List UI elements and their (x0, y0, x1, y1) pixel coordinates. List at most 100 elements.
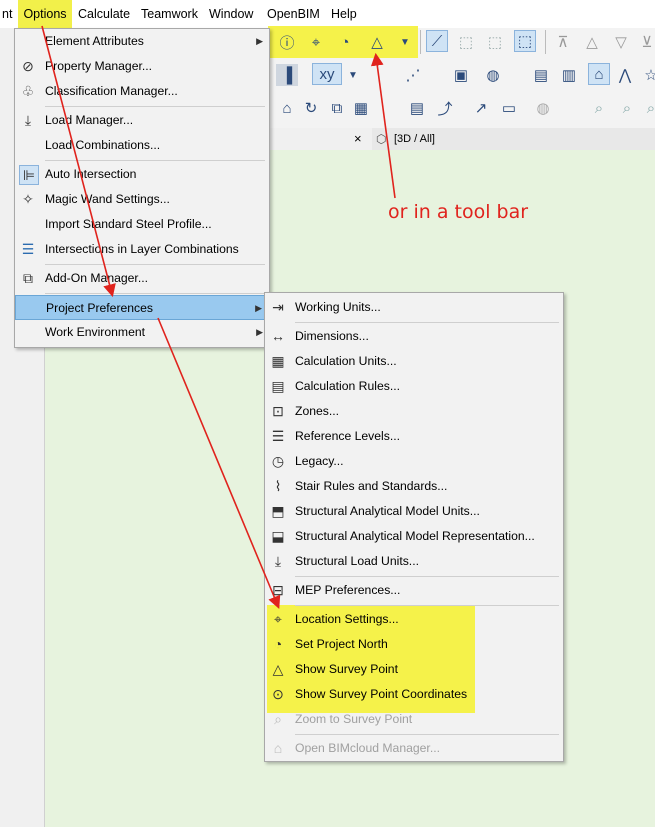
zoom-icon: ⌕ (274, 710, 282, 727)
menu-item-load-manager[interactable]: ⤓ Load Manager... (15, 108, 269, 133)
document-icon[interactable]: ▤ (406, 97, 428, 119)
close-tab-icon[interactable]: × (354, 131, 362, 146)
dimension-icon: ↔ (271, 327, 285, 344)
menu-item-import-steel-profile[interactable]: Import Standard Steel Profile... (15, 212, 269, 237)
tree-icon: ♧ (21, 82, 35, 99)
triangle-up-icon[interactable]: △ (581, 31, 603, 53)
bank-icon[interactable]: ⌂ (276, 97, 298, 119)
menu-item-auto-intersection[interactable]: ⊫ Auto Intersection (15, 162, 269, 187)
snap-icon[interactable]: ⟋ (426, 30, 448, 52)
annotation-text: or in a tool bar (388, 201, 529, 223)
wand-icon: ✧ (22, 190, 34, 207)
table-icon[interactable]: ▦ (350, 97, 372, 119)
submenu-open-bimcloud: ⌂ Open BIMcloud Manager... (265, 736, 563, 761)
find-icon[interactable]: ⌕ (588, 97, 610, 119)
legacy-icon: ◷ (271, 452, 285, 469)
tab-3d-all[interactable]: ⬡ [3D / All] (372, 128, 655, 150)
struct-load-icon: ⤓ (274, 552, 282, 569)
menu-openbim[interactable]: OpenBIM (265, 0, 322, 28)
menu-item-work-environment[interactable]: Work Environment ▶ (15, 320, 269, 345)
menu-item-element-attributes[interactable]: Element Attributes ▶ (15, 29, 269, 54)
menu-item-project-preferences[interactable]: Project Preferences ▶ (15, 295, 269, 320)
menu-teamwork[interactable]: Teamwork (139, 0, 200, 28)
submenu-show-survey-point[interactable]: △ Show Survey Point (265, 657, 475, 682)
survey-point-icon: △ (272, 660, 284, 677)
menu-item-magic-wand[interactable]: ✧ Magic Wand Settings... (15, 187, 269, 212)
find-icon[interactable]: ⌕ (616, 97, 638, 119)
layer-icon[interactable]: ⧉ (326, 97, 348, 119)
refresh-icon[interactable]: ↻ (300, 97, 322, 119)
submenu-calculation-rules[interactable]: ▤ Calculation Rules... (265, 374, 563, 399)
web-icon[interactable]: ◍ (532, 97, 554, 119)
menu-window[interactable]: Window (207, 0, 255, 28)
pointer-icon[interactable]: ⤴ (434, 97, 456, 119)
menu-item-property-manager[interactable]: ⊘ Property Manager... (15, 54, 269, 79)
calc-rules-icon: ▤ (271, 377, 285, 394)
find-icon[interactable]: ⌕ (640, 97, 655, 119)
triangle-down-icon[interactable]: ▽ (610, 31, 632, 53)
menu-help[interactable]: Help (329, 0, 359, 28)
up-icon[interactable]: ⊼ (552, 31, 574, 53)
submenu-zones[interactable]: ⊡ Zones... (265, 399, 563, 424)
menu-calculate[interactable]: Calculate (76, 0, 132, 28)
addon-icon: ⧉ (23, 269, 33, 286)
down-icon[interactable]: ⊻ (636, 31, 655, 53)
options-menu: Element Attributes ▶ ⊘ Property Manager...… (14, 28, 270, 348)
menu-item-classification-manager[interactable]: ♧ Classification Manager... (15, 79, 269, 104)
intersection-icon: ⊫ (19, 165, 39, 185)
info-icon[interactable]: ⓘ (276, 31, 298, 53)
compass-icon: ◔ (273, 635, 283, 652)
select-icon[interactable]: ⬚ (514, 30, 536, 52)
submenu-structural-load-units[interactable]: ⤓ Structural Load Units... (265, 549, 563, 574)
submenu-structural-model-units[interactable]: ⬒ Structural Analytical Model Units... (265, 499, 563, 524)
submenu-location-settings[interactable]: ⌖ Location Settings... (265, 607, 475, 632)
stair-icon: ⌇ (274, 477, 282, 494)
node-icon[interactable]: ⬚ (484, 31, 506, 53)
submenu-zoom-to-survey-point: ⌕ Zoom to Survey Point (265, 707, 563, 732)
save-icon[interactable]: ▭ (498, 97, 520, 119)
coordinates-icon: ⊙ (272, 685, 284, 702)
grid-icon[interactable]: ⬚ (455, 31, 477, 53)
zones-icon: ⊡ (272, 402, 284, 419)
chart-view-icon[interactable]: ▥ (558, 64, 580, 86)
roof-icon[interactable]: ⋀ (614, 64, 636, 86)
menu-item-load-combinations[interactable]: Load Combinations... (15, 133, 269, 158)
bimcloud-icon: ⌂ (273, 739, 283, 756)
struct-repr-icon: ⬓ (271, 527, 285, 544)
compass-icon[interactable]: ◔ (334, 31, 356, 53)
globe-icon[interactable]: ◍ (482, 64, 504, 86)
submenu-mep-preferences[interactable]: ⊟ MEP Preferences... (265, 578, 563, 603)
calc-units-icon: ▦ (271, 352, 285, 369)
submenu-structural-model-representation[interactable]: ⬓ Structural Analytical Model Representat… (265, 524, 563, 549)
flag-icon[interactable]: ▐ (276, 64, 298, 86)
struct-units-icon: ⬒ (271, 502, 285, 519)
units-icon: ⇥ (272, 298, 284, 315)
submenu-stair-rules[interactable]: ⌇ Stair Rules and Standards... (265, 474, 563, 499)
building-icon[interactable]: ⌂ (588, 63, 610, 85)
menu-item-addon-manager[interactable]: ⧉ Add-On Manager... (15, 266, 269, 291)
dropdown-arrow-icon[interactable]: ▼ (394, 31, 416, 53)
submenu-working-units[interactable]: ⇥ Working Units... (265, 295, 563, 320)
view-icon[interactable]: ▤ (530, 64, 552, 86)
location-icon[interactable]: ⌖ (305, 31, 327, 53)
tag-icon: ⊘ (22, 57, 34, 74)
star-icon[interactable]: ☆ (640, 64, 655, 86)
chevron-right-icon: ▶ (256, 36, 263, 46)
load-icon: ⤓ (24, 111, 32, 128)
menu-item-intersections-layer[interactable]: ☰ Intersections in Layer Combinations (15, 237, 269, 262)
submenu-calculation-units[interactable]: ▦ Calculation Units... (265, 349, 563, 374)
dropdown-arrow-icon[interactable]: ▼ (342, 64, 364, 86)
arrow-icon[interactable]: ↗ (470, 97, 492, 119)
menu-options[interactable]: Options (18, 0, 72, 28)
submenu-legacy[interactable]: ◷ Legacy... (265, 449, 563, 474)
chart-icon[interactable]: ⋰ (402, 64, 424, 86)
monitor-icon[interactable]: ▣ (450, 64, 472, 86)
submenu-set-project-north[interactable]: ◔ Set Project North (265, 632, 475, 657)
preferences-submenu: ⇥ Working Units... ↔ Dimensions... ▦ Calcul… (264, 292, 564, 762)
survey-point-icon[interactable]: △ (366, 31, 388, 53)
submenu-show-survey-coordinates[interactable]: ⊙ Show Survey Point Coordinates (265, 682, 475, 707)
submenu-dimensions[interactable]: ↔ Dimensions... (265, 324, 563, 349)
menu-item-partial[interactable]: nt (0, 0, 14, 28)
submenu-reference-levels[interactable]: ☰ Reference Levels... (265, 424, 563, 449)
xy-icon[interactable]: xy (312, 63, 342, 85)
